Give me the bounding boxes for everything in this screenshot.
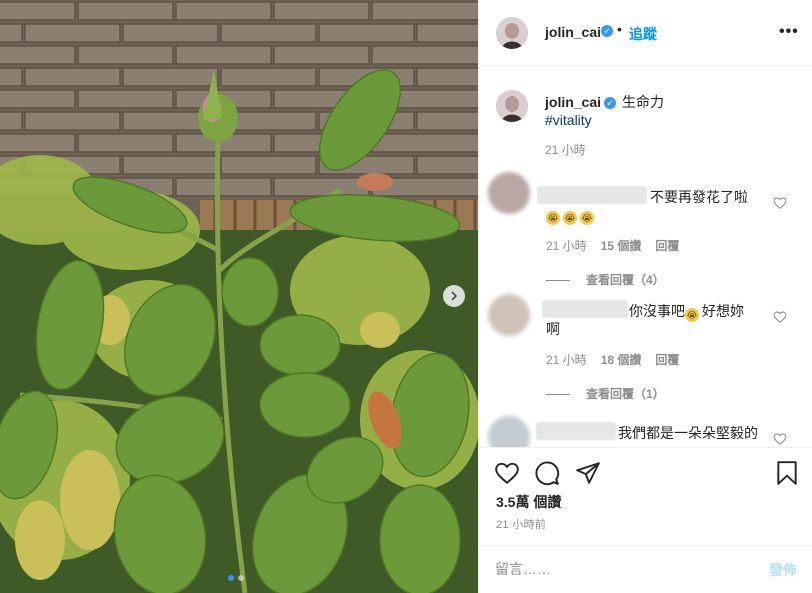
view-replies-button[interactable]: 查看回覆（4） xyxy=(546,271,665,288)
caption-username[interactable]: jolin_cai xyxy=(545,94,601,110)
comment-likes[interactable]: 15 個讚 xyxy=(601,239,642,253)
carousel-indicator xyxy=(228,575,244,581)
verified-badge-icon: ✓ xyxy=(604,97,617,109)
post-header: jolin_cai ✓ • 追蹤 ••• xyxy=(479,0,812,66)
caption-hashtag[interactable]: #vitality xyxy=(545,111,795,129)
comment-time: 21 小時 xyxy=(546,239,587,253)
reply-button[interactable]: 回覆 xyxy=(655,239,679,253)
post-caption: jolin_cai ✓ 生命力 #vitality xyxy=(545,93,795,129)
comment-text: 你沒事吧 😭 好想妳 xyxy=(629,302,744,322)
caption-author-avatar[interactable] xyxy=(496,90,528,122)
header-separator: • xyxy=(617,21,622,37)
commenter-avatar[interactable] xyxy=(488,172,530,214)
add-comment-bar: 發佈 xyxy=(479,545,812,593)
commenter-avatar[interactable] xyxy=(488,416,530,447)
comment-text-part: 你沒事吧 xyxy=(629,303,685,319)
share-icon[interactable] xyxy=(575,460,601,486)
post-timestamp: 21 小時前 xyxy=(496,519,547,531)
heart-icon[interactable] xyxy=(494,460,520,486)
comment-text-part: 好想妳 xyxy=(702,303,744,319)
rose-bush-image xyxy=(0,0,478,593)
view-replies-label: 查看回覆（1） xyxy=(586,387,665,401)
chevron-right-icon xyxy=(451,291,458,301)
view-replies-line xyxy=(546,394,570,396)
verified-badge-icon: ✓ xyxy=(601,25,613,37)
comment-text: 不要再發花了啦 xyxy=(650,189,748,205)
comment-list[interactable]: 不要再發花了啦 😭 😭 😭 21 小時 15 個讚 回覆 查看回覆（4） 你沒事吧 😭 好想… xyxy=(479,160,812,447)
crying-emoji-icon: 😭 xyxy=(685,308,699,322)
crying-emoji-icon: 😭 xyxy=(546,211,560,225)
carousel-dot-active xyxy=(228,575,234,581)
view-replies-label: 查看回覆（4） xyxy=(586,273,665,287)
commenter-name-redacted[interactable] xyxy=(542,300,628,318)
comment-like-heart-icon[interactable] xyxy=(773,310,787,324)
comment-icon[interactable] xyxy=(534,460,560,486)
next-photo-button[interactable] xyxy=(443,285,465,307)
comment-like-heart-icon[interactable] xyxy=(773,432,787,446)
likes-count[interactable]: 3.5萬 個讚 xyxy=(496,492,561,512)
comment-text-continued: 啊 xyxy=(546,321,560,337)
comment-meta: 21 小時 15 個讚 回覆 xyxy=(546,237,693,254)
follow-button[interactable]: 追蹤 xyxy=(629,24,657,44)
bookmark-icon[interactable] xyxy=(774,460,800,486)
carousel-dot xyxy=(238,575,244,581)
comment-meta: 21 小時 18 個讚 回覆 xyxy=(546,351,693,368)
commenter-name-redacted[interactable] xyxy=(537,186,647,204)
comment-time: 21 小時 xyxy=(546,353,587,367)
comment-like-heart-icon[interactable] xyxy=(773,196,787,210)
comment-input[interactable] xyxy=(495,558,735,580)
view-replies-line xyxy=(546,280,570,282)
caption-text: 生命力 xyxy=(622,94,665,110)
author-username[interactable]: jolin_cai xyxy=(545,24,601,40)
comment-emojis: 😭 😭 😭 xyxy=(546,205,597,225)
avatar-image xyxy=(496,90,528,122)
comment-text: 我們都是一朵朵堅毅的 xyxy=(618,425,758,441)
post-actions: 3.5萬 個讚 21 小時前 xyxy=(479,447,812,559)
author-avatar[interactable] xyxy=(496,17,528,49)
more-options-icon[interactable]: ••• xyxy=(779,23,799,41)
comment-likes[interactable]: 18 個讚 xyxy=(601,353,642,367)
reply-button[interactable]: 回覆 xyxy=(655,353,679,367)
view-replies-button[interactable]: 查看回覆（1） xyxy=(546,385,665,402)
crying-emoji-icon: 😭 xyxy=(563,211,577,225)
post-photo[interactable] xyxy=(0,0,478,593)
crying-emoji-icon: 😭 xyxy=(580,211,594,225)
caption-timestamp: 21 小時 xyxy=(545,143,586,157)
post-side-panel: jolin_cai ✓ • 追蹤 ••• jolin_cai ✓ 生命力 #vita… xyxy=(478,0,812,593)
avatar-image xyxy=(496,17,528,49)
post-comment-button[interactable]: 發佈 xyxy=(769,560,797,580)
commenter-name-redacted[interactable] xyxy=(536,422,616,440)
commenter-avatar[interactable] xyxy=(488,294,530,336)
